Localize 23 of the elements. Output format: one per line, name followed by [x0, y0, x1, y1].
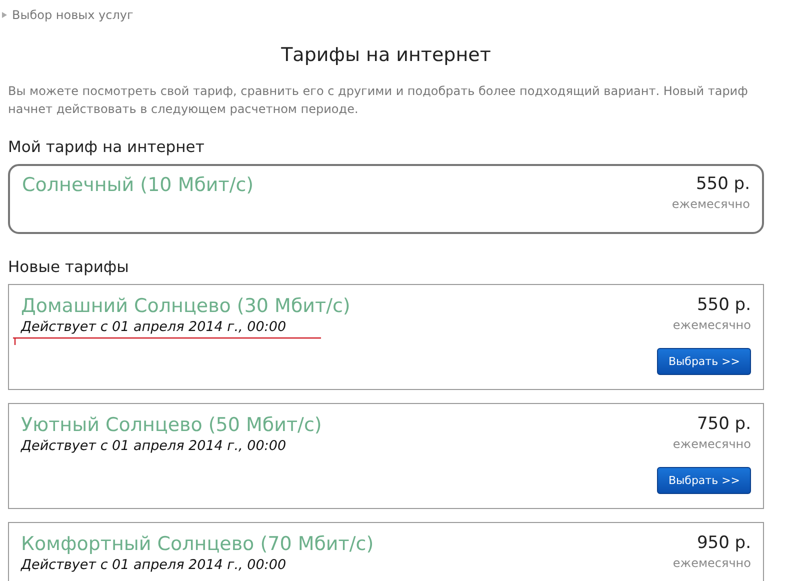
plan-name: Солнечный (10 Мбит/с) — [22, 174, 254, 198]
section-heading: Новые тарифы — [8, 258, 130, 276]
plan-price: 950 р. — [696, 533, 751, 553]
billing-period: ежемесячно — [672, 437, 751, 451]
arrow-icon — [2, 12, 7, 18]
plan-name: Домашний Солнцево (30 Мбит/с) — [21, 295, 350, 317]
select-button[interactable]: Выбрать >> — [657, 348, 751, 375]
valid-from-text: Действует с 01 апреля 2014 г., 00:00 — [21, 438, 288, 454]
breadcrumb-link[interactable]: Выбор новых услуг — [12, 8, 134, 22]
billing-period: ежемесячно — [672, 556, 751, 570]
valid-from-text: Действует с 01 апреля 2014 г., 00:00 — [21, 557, 288, 573]
billing-period: ежемесячно — [672, 197, 750, 211]
valid-from-text: Действует с 01 апреля 2014 г., 00:00 — [21, 319, 288, 335]
plan-price: 550 р. — [696, 295, 751, 315]
plan-price: 750 р. — [696, 414, 751, 434]
section-heading: Мой тариф на интернет — [8, 138, 206, 156]
billing-period: ежемесячно — [672, 318, 751, 332]
plan-name: Уютный Солнцево (50 Мбит/с) — [21, 414, 322, 436]
select-button[interactable]: Выбрать >> — [657, 467, 751, 494]
page-title: Тарифы на интернет — [280, 44, 492, 66]
plan-name: Комфортный Солнцево (70 Мбит/с) — [21, 533, 374, 555]
description-text: Вы можете посмотреть свой тариф, сравнить его с другими и подобрать более подходящий вариант. Новый тариф начнет действовать в следующем расчетном периоде. — [8, 83, 749, 118]
plan-price: 550 р. — [696, 174, 750, 194]
